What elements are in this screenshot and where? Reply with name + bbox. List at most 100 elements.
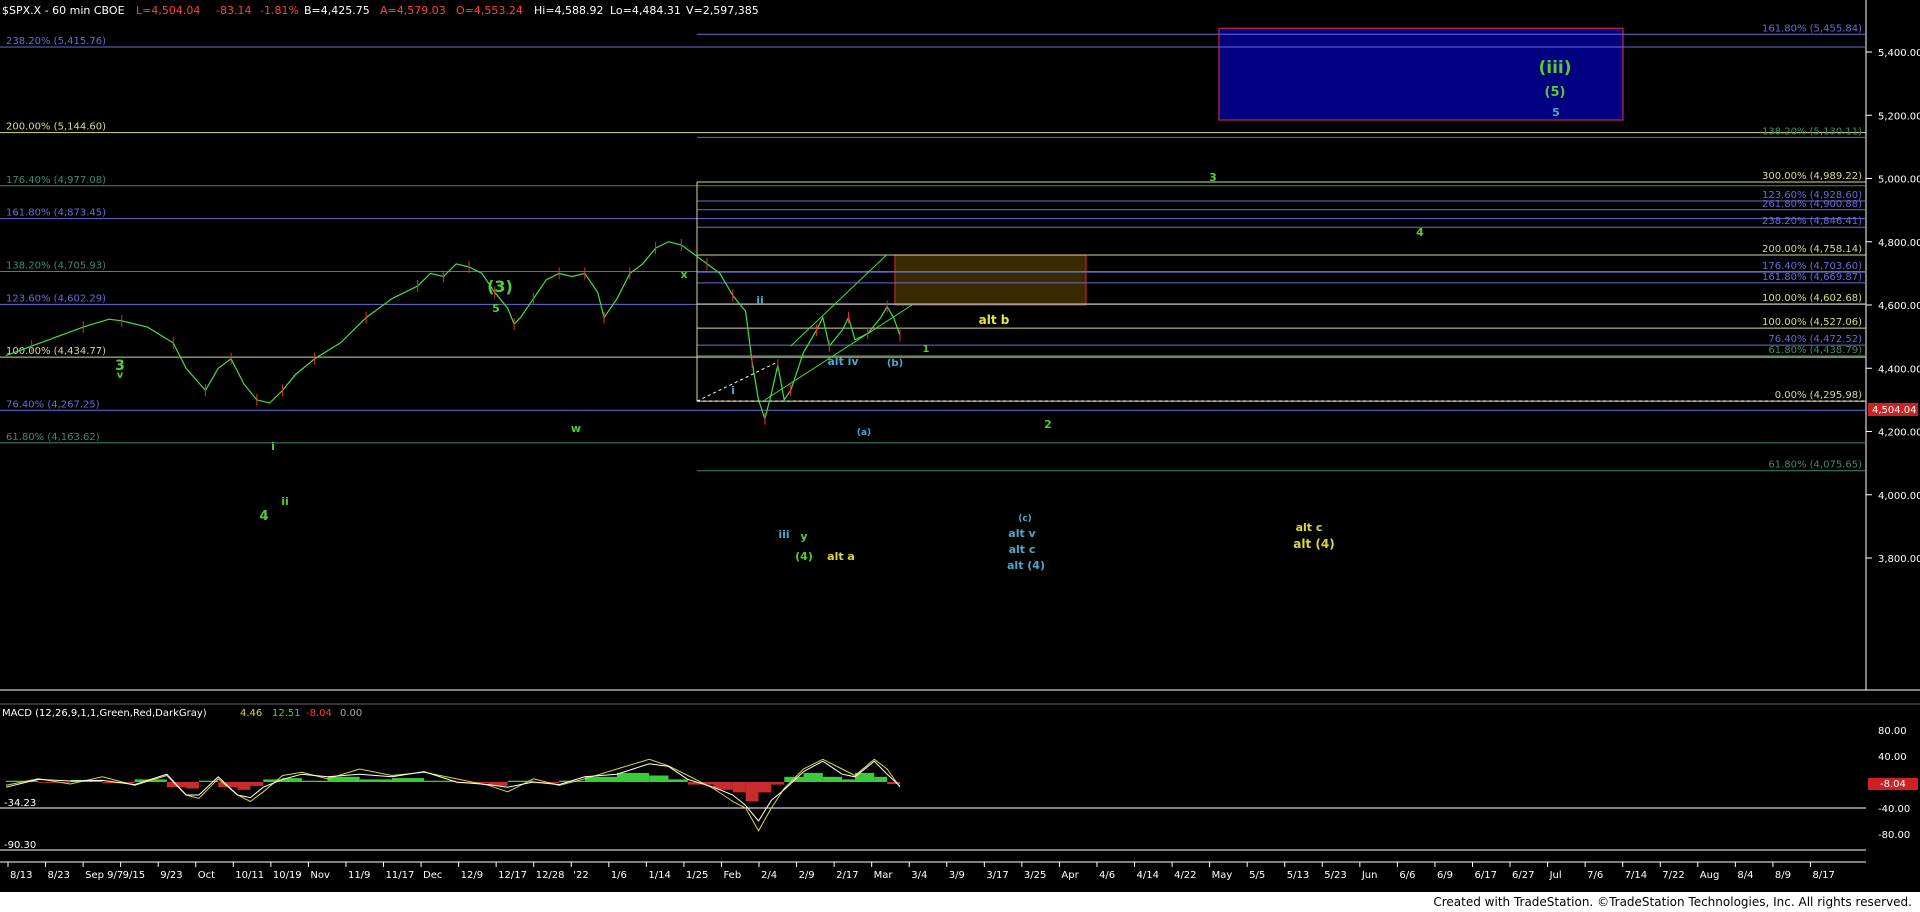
x-tick-label: 10/19 bbox=[273, 870, 302, 881]
macd-histogram-bar bbox=[301, 780, 328, 782]
macd-value-3: -8.04 bbox=[306, 708, 332, 719]
macd-histogram-bar bbox=[822, 776, 843, 782]
y-tick-label: 4,800.00 bbox=[1878, 238, 1920, 249]
fib-level-label: 238.20% (5,415.76) bbox=[6, 36, 106, 47]
wave-label: v bbox=[117, 370, 124, 381]
macd-histogram-bar bbox=[732, 782, 746, 793]
wave-label: (iii) bbox=[1538, 58, 1571, 78]
fib-level-label: 138.20% (4,705.93) bbox=[6, 260, 106, 271]
wave-label: alt iv bbox=[827, 355, 859, 368]
x-tick-label: 3/4 bbox=[911, 870, 927, 881]
fib-level-label: 161.80% (5,455.84) bbox=[1762, 23, 1862, 34]
x-tick-label: 5/13 bbox=[1287, 870, 1309, 881]
wave-label: i bbox=[731, 384, 735, 397]
wave-label: iii bbox=[778, 528, 789, 541]
wave-label: alt a bbox=[827, 550, 855, 563]
last-price: L=4,504.04 bbox=[136, 4, 200, 17]
macd-histogram-bar bbox=[649, 775, 669, 782]
macd-level-lower: -90.30 bbox=[4, 840, 36, 851]
x-tick-label: 2/17 bbox=[836, 870, 858, 881]
y-tick-label: 4,400.00 bbox=[1878, 364, 1920, 375]
chart-window: 161.80% (5,455.84) 238.20% (5,415.76) 200.… bbox=[0, 0, 1920, 912]
macd-level-upper: -34.23 bbox=[4, 798, 36, 809]
macd-histogram-bar bbox=[758, 782, 772, 793]
x-tick-label: 3/25 bbox=[1024, 870, 1046, 881]
macd-histogram-bar bbox=[186, 782, 199, 789]
fib-level-label: 200.00% (4,758.14) bbox=[1762, 244, 1862, 255]
wave-label: 3 bbox=[1209, 171, 1217, 184]
ask-value: A=4,579.03 bbox=[380, 4, 446, 17]
x-tick-label: Oct bbox=[198, 870, 215, 881]
low-value: Lo=4,484.31 bbox=[610, 4, 681, 17]
macd-tick-label: -40.00 bbox=[1878, 804, 1910, 815]
x-tick-label: 2/4 bbox=[761, 870, 777, 881]
macd-value-2: 12.51 bbox=[272, 708, 301, 719]
fib-level-label: 300.00% (4,989.22) bbox=[1762, 171, 1862, 182]
fib-level-label: 76.40% (4,472.52) bbox=[1768, 334, 1862, 345]
x-tick-label: 8/23 bbox=[48, 870, 70, 881]
wave-label: (3) bbox=[487, 277, 513, 296]
wave-label: ii bbox=[281, 495, 289, 508]
wave-label: 4 bbox=[1416, 226, 1424, 239]
fib-level-label: 100.00% (4,434.77) bbox=[6, 346, 106, 357]
wave-label: (4) bbox=[795, 550, 813, 563]
fib-level-label: 0.00% (4,295.98) bbox=[1775, 390, 1862, 401]
change-value: -83.14 bbox=[216, 4, 251, 17]
x-tick-label: 5/23 bbox=[1324, 870, 1346, 881]
x-tick-label: 5/5 bbox=[1249, 870, 1265, 881]
fib-level-label: 176.40% (4,703.60) bbox=[1762, 261, 1862, 272]
x-tick-label: 12/17 bbox=[498, 870, 527, 881]
wave-label: 2 bbox=[1044, 418, 1052, 431]
x-tick-label: Aug bbox=[1700, 870, 1720, 881]
y-tick-label: 5,200.00 bbox=[1878, 111, 1920, 122]
y-tick-label: 4,200.00 bbox=[1878, 428, 1920, 439]
wave-label: alt (4) bbox=[1293, 537, 1334, 551]
y-tick-label: 5,000.00 bbox=[1878, 175, 1920, 186]
macd-histogram-bar bbox=[237, 782, 251, 790]
x-tick-label: 4/22 bbox=[1174, 870, 1196, 881]
volume-value: V=2,597,385 bbox=[686, 4, 759, 17]
x-tick-label: 3/17 bbox=[986, 870, 1008, 881]
x-tick-label: Feb bbox=[723, 870, 741, 881]
x-tick-label: 6/9 bbox=[1437, 870, 1453, 881]
x-tick-label: 8/17 bbox=[1812, 870, 1834, 881]
fib-level-label: 261.80% (4,900.88) bbox=[1762, 199, 1862, 210]
macd-tick-label: -80.00 bbox=[1878, 830, 1910, 841]
fib-level-label: 123.60% (4,602.29) bbox=[6, 293, 106, 304]
x-tick-label: 9/23 bbox=[160, 870, 182, 881]
x-tick-label: 8/4 bbox=[1737, 870, 1753, 881]
fib-level-label: 176.40% (4,977.08) bbox=[6, 175, 106, 186]
x-tick-label: 12/28 bbox=[536, 870, 565, 881]
macd-histogram-bar bbox=[803, 772, 823, 782]
y-tick-label: 3,800.00 bbox=[1878, 554, 1920, 565]
wave-label: 1 bbox=[923, 344, 930, 355]
x-tick-label: 8/9 bbox=[1775, 870, 1791, 881]
x-tick-label: 7/22 bbox=[1662, 870, 1684, 881]
wave-label: (b) bbox=[887, 358, 903, 369]
symbol-label: $SPX.X - 60 min CBOE bbox=[2, 4, 125, 17]
price-chart[interactable]: 161.80% (5,455.84) 238.20% (5,415.76) 200.… bbox=[0, 0, 1920, 892]
wave-label: 5 bbox=[492, 302, 500, 315]
x-tick-label: 1/14 bbox=[648, 870, 670, 881]
wave-label: alt c bbox=[1009, 543, 1036, 556]
macd-tick-label: 80.00 bbox=[1878, 726, 1907, 737]
x-tick-label: 6/6 bbox=[1399, 870, 1415, 881]
x-tick-label: 4/6 bbox=[1099, 870, 1115, 881]
y-tick-label: 5,400.00 bbox=[1878, 48, 1920, 59]
wave-label: (a) bbox=[857, 428, 871, 438]
macd-histogram-bar bbox=[38, 782, 71, 783]
y-tick-label: 4,600.00 bbox=[1878, 301, 1920, 312]
fib-level-label: 161.80% (4,669.87) bbox=[1762, 272, 1862, 283]
x-tick-label: 7/6 bbox=[1587, 870, 1603, 881]
x-tick-label: 8/13 bbox=[10, 870, 32, 881]
wave-label: alt (4) bbox=[1007, 559, 1045, 572]
wave-label: (c) bbox=[1018, 514, 1032, 524]
x-tick-label: Apr bbox=[1061, 870, 1079, 881]
macd-value-4: 0.00 bbox=[340, 708, 362, 719]
current-price-label: 4,504.04 bbox=[1872, 405, 1917, 416]
wave-label: (5) bbox=[1545, 85, 1566, 100]
alt-b-box bbox=[894, 254, 1087, 306]
macd-label: MACD (12,26,9,1,1,Green,Red,DarkGray) bbox=[2, 708, 207, 719]
macd-histogram-bar bbox=[359, 779, 392, 782]
x-tick-label: 9/15 bbox=[123, 870, 145, 881]
